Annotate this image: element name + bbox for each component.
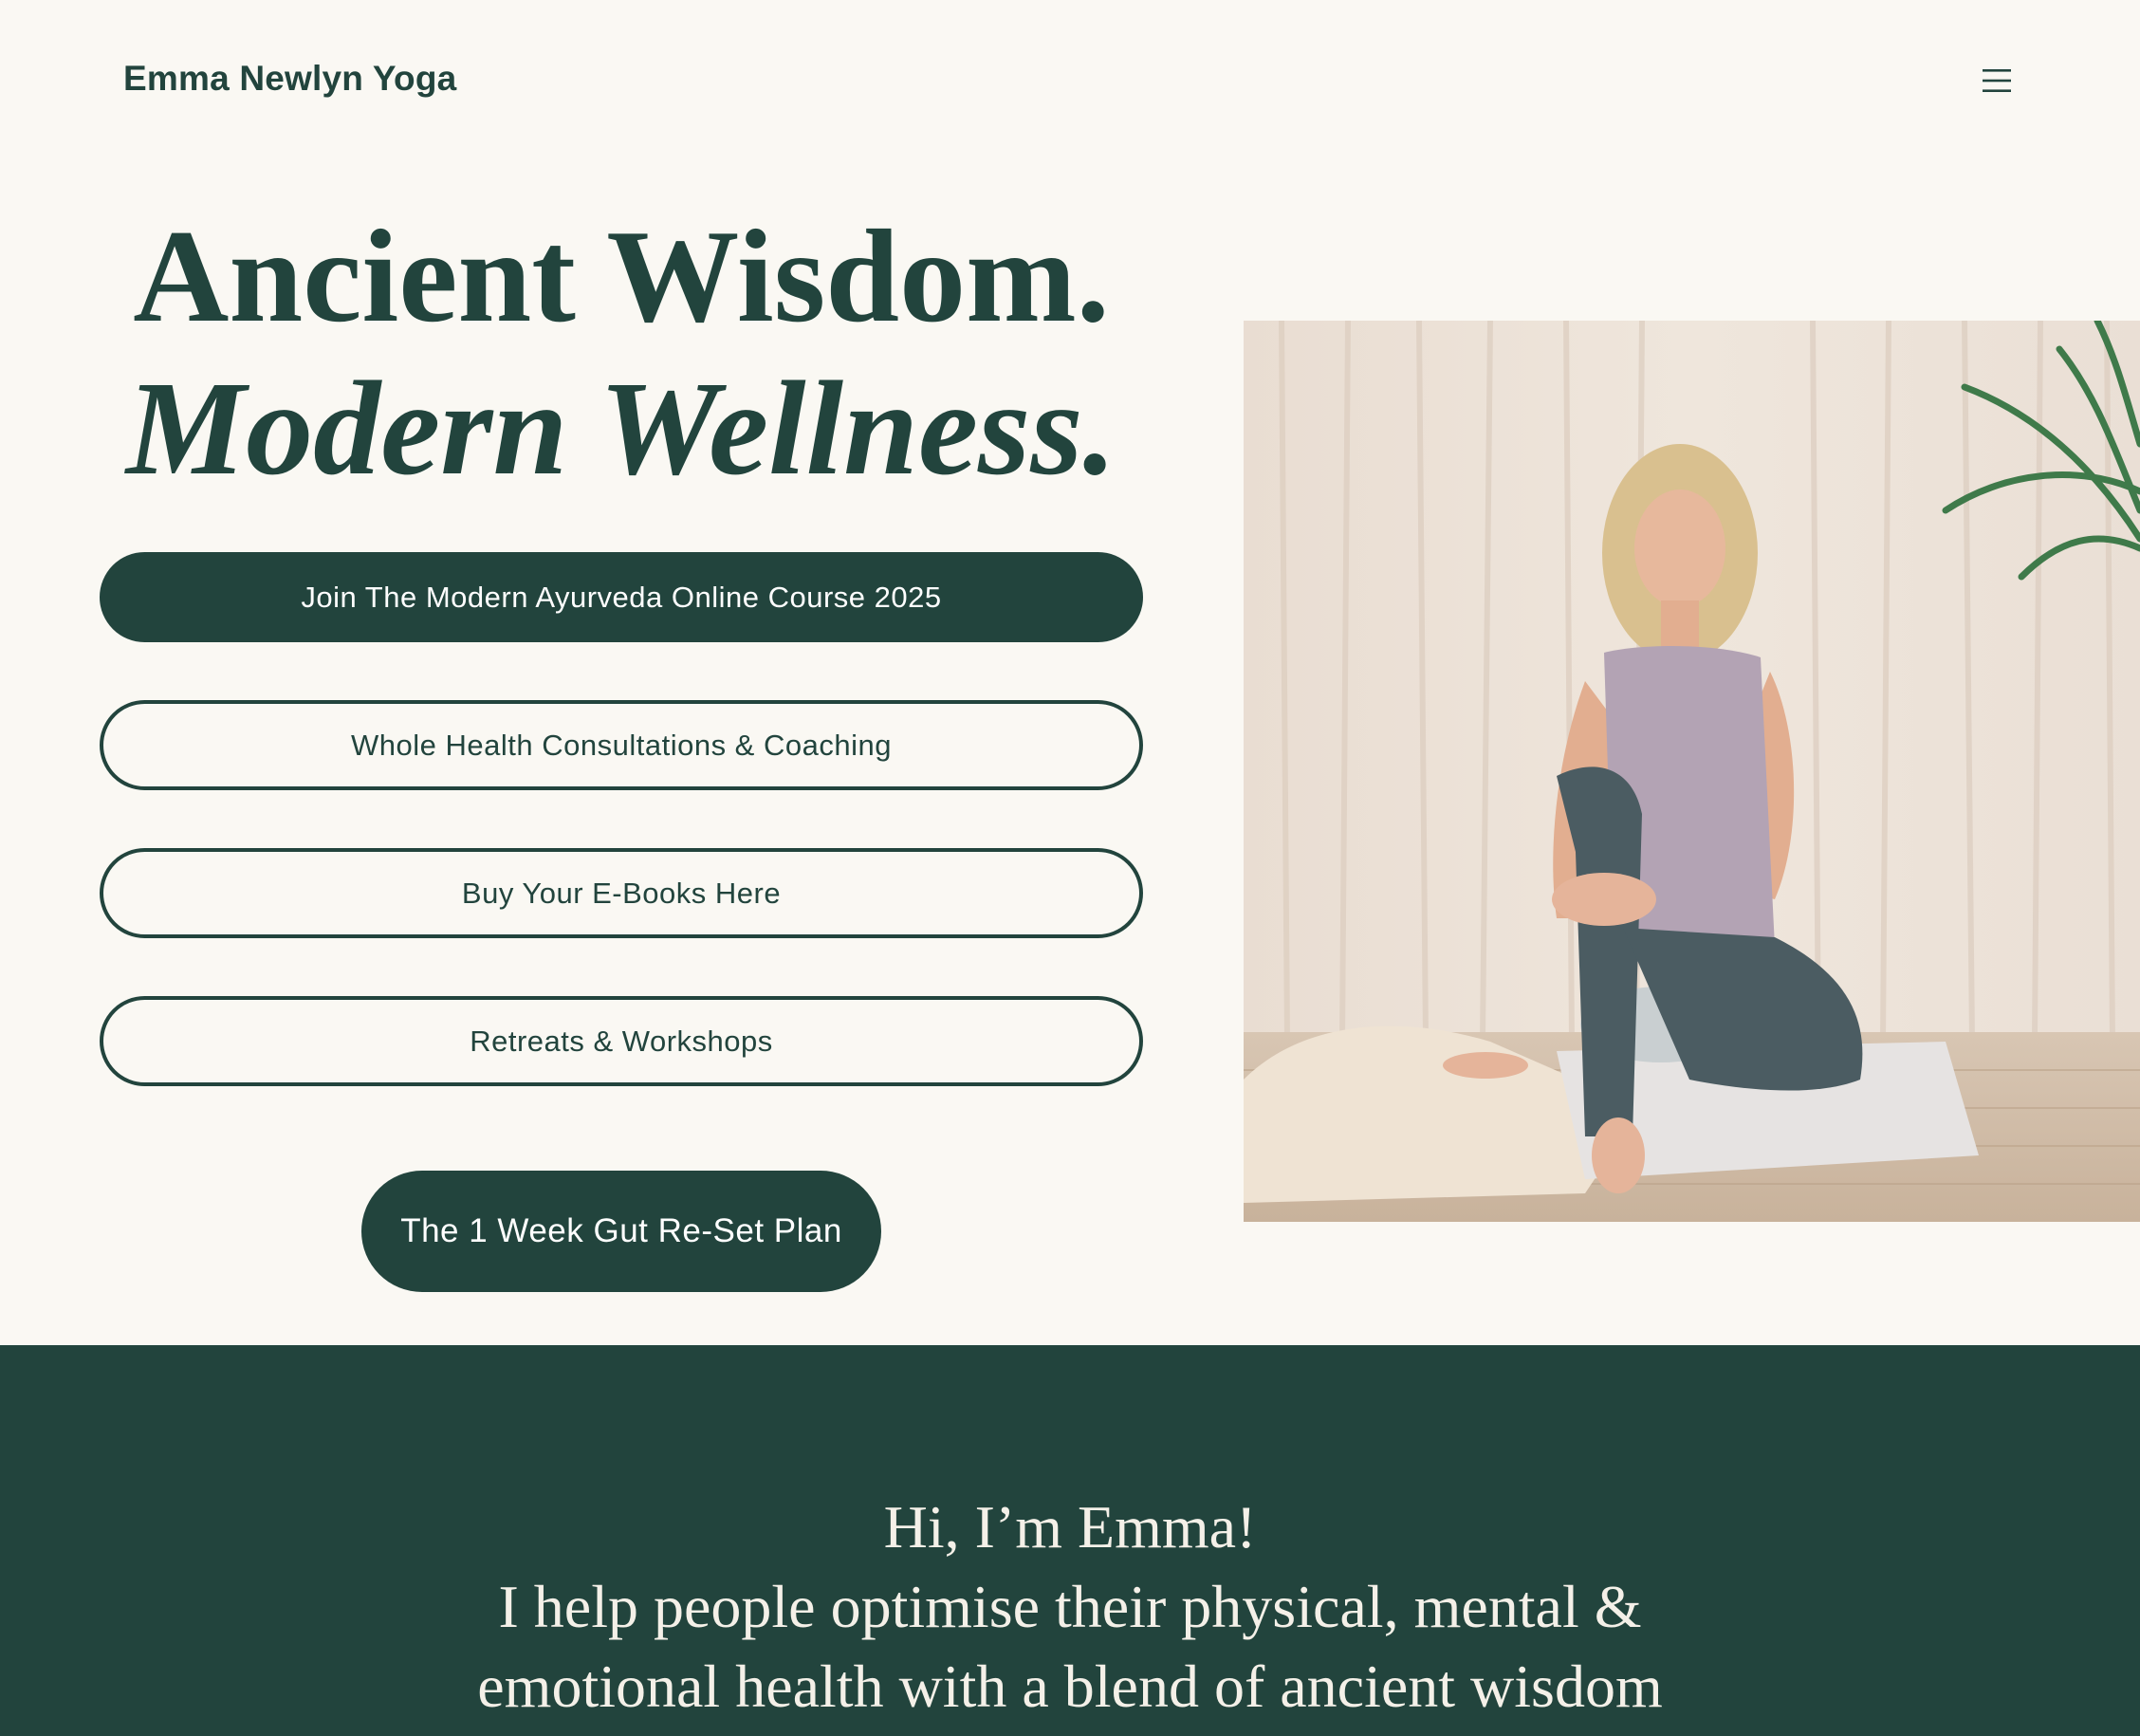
intro-line: I help people optimise their physical, m… <box>498 1573 1642 1640</box>
page: Emma Newlyn Yoga Ancient Wisdom. Modern … <box>0 0 2140 1736</box>
site-header: Emma Newlyn Yoga <box>0 0 2140 166</box>
hero-title-line-1: Ancient Wisdom. <box>133 203 1110 350</box>
hamburger-menu-icon <box>1983 69 2011 92</box>
intro-section: Hi, I’m Emma! I help people optimise the… <box>0 1345 2140 1736</box>
ebooks-button[interactable]: Buy Your E-Books Here <box>100 848 1143 938</box>
site-logo-link[interactable]: Emma Newlyn Yoga <box>123 59 456 99</box>
portrait-photo <box>1244 321 2140 1222</box>
hero-title-line-2: Modern Wellness. <box>125 353 1117 503</box>
consultations-button[interactable]: Whole Health Consultations & Coaching <box>100 700 1143 790</box>
intro-greeting: Hi, I’m Emma! <box>883 1493 1257 1561</box>
intro-text: Hi, I’m Emma! I help people optimise the… <box>0 1487 2140 1727</box>
gut-reset-plan-button[interactable]: The 1 Week Gut Re-Set Plan <box>361 1171 881 1292</box>
retreats-button[interactable]: Retreats & Workshops <box>100 996 1143 1086</box>
online-course-button[interactable]: Join The Modern Ayurveda Online Course 2… <box>100 552 1143 642</box>
hamburger-menu-button[interactable] <box>1981 65 2013 97</box>
intro-line: emotional health with a blend of ancient… <box>477 1653 1663 1720</box>
